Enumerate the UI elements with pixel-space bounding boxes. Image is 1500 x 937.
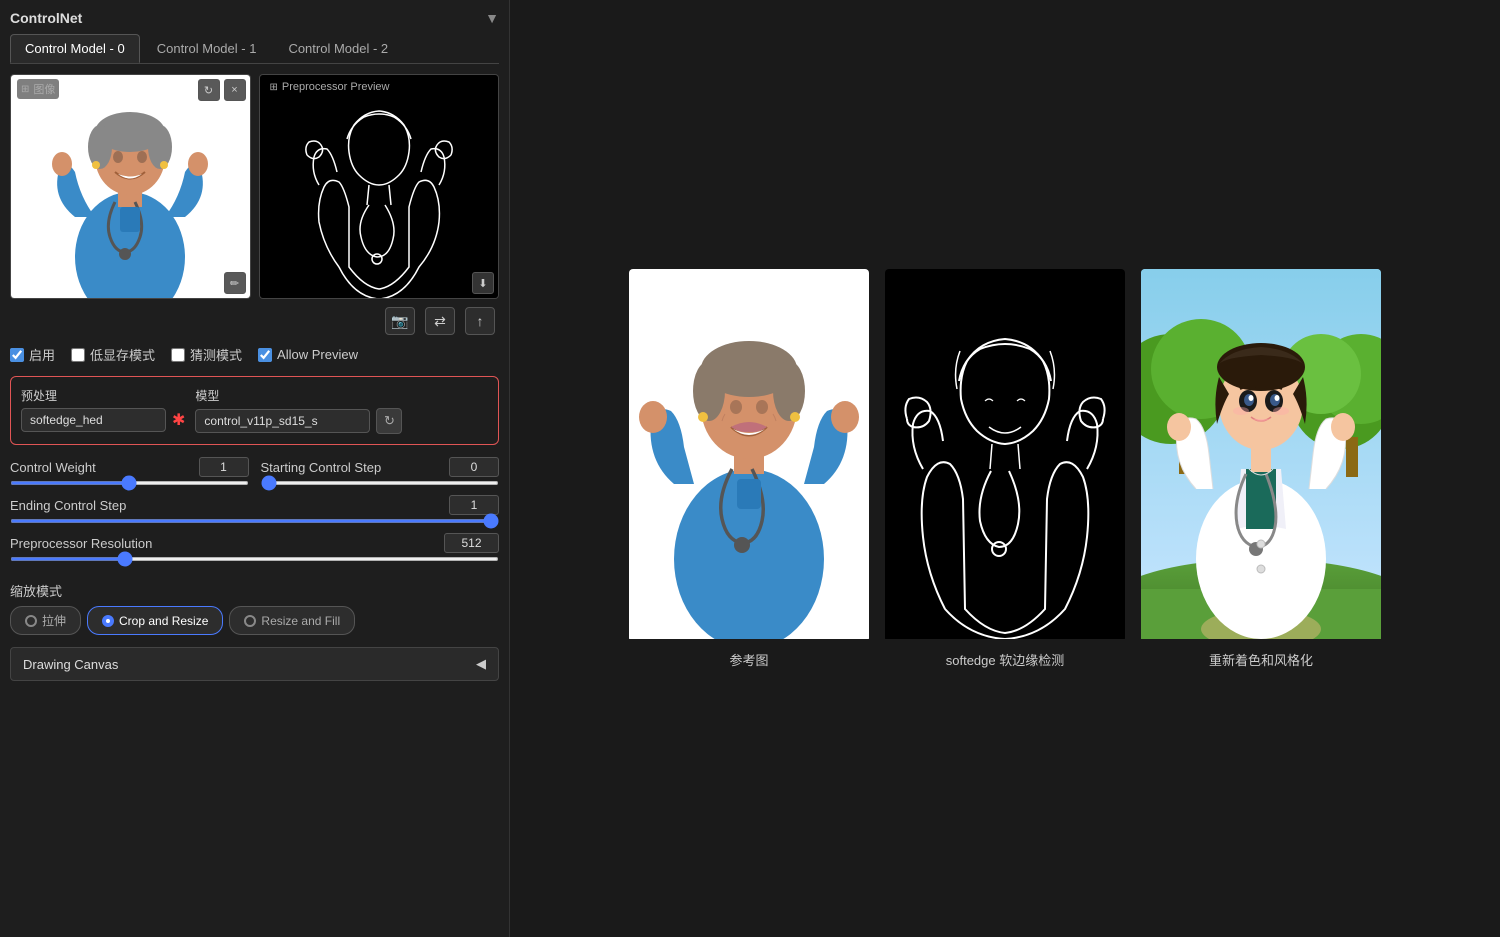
- image-row: ⊞ 图像 ↻ ×: [10, 74, 499, 299]
- camera-action-btn[interactable]: 📷: [385, 307, 415, 335]
- tabs-row: Control Model - 0 Control Model - 1 Cont…: [10, 34, 499, 64]
- nurse-photo: [11, 75, 250, 298]
- enable-label: 启用: [29, 345, 55, 364]
- starting-step-slider: Starting Control Step: [261, 457, 500, 485]
- ending-step-header: Ending Control Step: [10, 495, 499, 515]
- edge-detection-image: [885, 269, 1125, 642]
- reference-image-label: 参考图: [729, 650, 768, 669]
- starting-step-range[interactable]: [261, 481, 500, 485]
- panel-collapse-icon[interactable]: ▼: [485, 10, 499, 26]
- drawing-canvas-arrow: ◀: [476, 656, 486, 672]
- stretch-radio: [25, 615, 37, 627]
- low-vram-label: 低显存模式: [90, 345, 155, 364]
- swap-action-btn[interactable]: ⇄: [425, 307, 455, 335]
- panel-header: ControlNet ▼: [10, 10, 499, 26]
- preprocessor-select[interactable]: softedge_hed canny depth openpose: [21, 408, 166, 432]
- control-weight-header: Control Weight: [10, 457, 249, 477]
- panel-title: ControlNet: [10, 10, 82, 26]
- sliders-section: Control Weight Starting Control Step End…: [10, 457, 499, 569]
- edge-detection-label: softedge 软边缘检测: [946, 650, 1065, 669]
- control-weight-slider: Control Weight: [10, 457, 249, 485]
- anime-nurse-label: 重新着色和风格化: [1209, 650, 1313, 669]
- crop-resize-btn[interactable]: Crop and Resize: [87, 606, 223, 635]
- source-image-box[interactable]: ⊞ 图像 ↻ ×: [10, 74, 251, 299]
- resize-fill-btn[interactable]: Resize and Fill: [229, 606, 355, 635]
- allow-preview-label: Allow Preview: [277, 347, 358, 362]
- model-label: 模型: [195, 387, 402, 404]
- ending-step-range[interactable]: [10, 519, 499, 523]
- result-images-row: 参考图: [629, 269, 1381, 669]
- control-weight-value[interactable]: [199, 457, 249, 477]
- preproc-model-row: 预处理 softedge_hed canny depth openpose ✱ …: [21, 387, 488, 434]
- guess-mode-checkbox-item[interactable]: 猜测模式: [171, 345, 242, 364]
- guess-mode-checkbox[interactable]: [171, 348, 185, 362]
- refresh-model-btn[interactable]: ↻: [376, 408, 402, 434]
- preproc-model-section: 预处理 softedge_hed canny depth openpose ✱ …: [10, 376, 499, 445]
- starting-step-header: Starting Control Step: [261, 457, 500, 477]
- drawing-canvas-row[interactable]: Drawing Canvas ◀: [10, 647, 499, 681]
- model-select[interactable]: control_v11p_sd15_s control_v11p_sd15_ca…: [195, 409, 370, 433]
- model-field: 模型 control_v11p_sd15_s control_v11p_sd15…: [195, 387, 402, 434]
- result-image-1: 参考图: [629, 269, 869, 669]
- starting-step-label: Starting Control Step: [261, 460, 382, 475]
- crop-resize-radio: [102, 615, 114, 627]
- result-image-3: 重新着色和风格化: [1141, 269, 1381, 669]
- edge-preview: [260, 75, 499, 298]
- reference-image: [629, 269, 869, 642]
- result-image-2: softedge 软边缘检测: [885, 269, 1125, 669]
- scale-buttons-row: 拉伸 Crop and Resize Resize and Fill: [10, 606, 499, 635]
- stretch-btn[interactable]: 拉伸: [10, 606, 81, 635]
- preproc-res-header: Preprocessor Resolution: [10, 533, 499, 553]
- preprocessor-select-row: softedge_hed canny depth openpose ✱: [21, 408, 185, 432]
- guess-mode-label: 猜测模式: [190, 345, 242, 364]
- preproc-res-range[interactable]: [10, 557, 499, 561]
- ending-step-label: Ending Control Step: [10, 498, 126, 513]
- left-panel: ControlNet ▼ Control Model - 0 Control M…: [0, 0, 510, 937]
- up-action-btn[interactable]: ↑: [465, 307, 495, 335]
- source-extra-btn[interactable]: ✏: [224, 272, 246, 294]
- ending-step-value[interactable]: [449, 495, 499, 515]
- allow-preview-checkbox[interactable]: [258, 348, 272, 362]
- preproc-res-value[interactable]: [444, 533, 499, 553]
- preprocessor-field: 预处理 softedge_hed canny depth openpose ✱: [21, 387, 185, 432]
- drawing-canvas-label: Drawing Canvas: [23, 657, 118, 672]
- close-btn[interactable]: ×: [224, 79, 246, 101]
- preproc-res-label: Preprocessor Resolution: [10, 536, 152, 551]
- enable-checkbox[interactable]: [10, 348, 24, 362]
- tab-control-model-1[interactable]: Control Model - 1: [142, 34, 272, 63]
- right-panel: 参考图: [510, 0, 1500, 937]
- source-image-controls: ↻ ×: [198, 79, 246, 101]
- low-vram-checkbox-item[interactable]: 低显存模式: [71, 345, 155, 364]
- dual-slider-row: Control Weight Starting Control Step: [10, 457, 499, 485]
- control-weight-range[interactable]: [10, 481, 249, 485]
- tab-control-model-0[interactable]: Control Model - 0: [10, 34, 140, 63]
- preproc-res-slider: Preprocessor Resolution: [10, 533, 499, 561]
- refresh-btn[interactable]: ↻: [198, 79, 220, 101]
- scale-mode-label: 缩放模式: [10, 581, 499, 600]
- checkbox-row: 启用 低显存模式 猜测模式 Allow Preview: [10, 345, 499, 364]
- enable-checkbox-item[interactable]: 启用: [10, 345, 55, 364]
- preprocessor-label: 预处理: [21, 387, 185, 404]
- source-image-label: ⊞ 图像: [17, 79, 59, 99]
- model-select-row: control_v11p_sd15_s control_v11p_sd15_ca…: [195, 408, 402, 434]
- preprocessor-preview-label: ⊞ Preprocessor Preview: [266, 79, 394, 95]
- anime-nurse-image: [1141, 269, 1381, 642]
- starting-step-value[interactable]: [449, 457, 499, 477]
- ending-step-slider: Ending Control Step: [10, 495, 499, 523]
- resize-fill-radio: [244, 615, 256, 627]
- preprocessor-preview-box[interactable]: ⊞ Preprocessor Preview: [259, 74, 500, 299]
- star-icon: ✱: [172, 410, 185, 430]
- tab-control-model-2[interactable]: Control Model - 2: [273, 34, 403, 63]
- download-btn[interactable]: ⬇: [472, 272, 494, 294]
- allow-preview-checkbox-item[interactable]: Allow Preview: [258, 347, 358, 362]
- control-weight-label: Control Weight: [10, 460, 96, 475]
- action-row: 📷 ⇄ ↑: [10, 307, 499, 335]
- low-vram-checkbox[interactable]: [71, 348, 85, 362]
- scale-mode-section: 缩放模式 拉伸 Crop and Resize Resize and Fill: [10, 581, 499, 635]
